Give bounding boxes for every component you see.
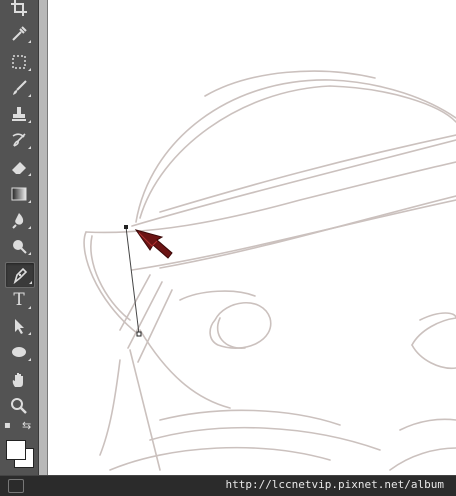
sketch-chin-2 <box>149 426 381 451</box>
dodge-icon <box>13 240 27 254</box>
history-brush-tool[interactable] <box>5 128 33 152</box>
crop-icon <box>11 0 27 16</box>
sketch-visor-low <box>131 199 456 271</box>
status-icon[interactable] <box>8 479 24 493</box>
pen-icon <box>13 267 28 284</box>
hand-tool[interactable] <box>5 368 33 392</box>
eraser-tool[interactable] <box>5 155 33 179</box>
sketch-ear <box>209 302 272 349</box>
sketch-cheek <box>179 290 256 301</box>
swap-colors-icon[interactable]: ⇆ <box>22 420 34 432</box>
eyedropper-tool[interactable] <box>5 22 33 46</box>
sketch-artwork <box>83 70 456 471</box>
eraser-icon <box>12 162 26 174</box>
blur-icon <box>12 213 24 229</box>
ellipse-tool[interactable] <box>5 340 33 364</box>
sketch-lower <box>109 446 331 471</box>
status-bar: http://lccnetvip.pixnet.net/album <box>0 475 456 496</box>
foreground-color-swatch[interactable] <box>6 440 26 460</box>
brush-icon <box>13 80 27 95</box>
marquee-icon <box>12 55 26 69</box>
crop-tool[interactable] <box>5 0 33 20</box>
anchor-point-top <box>124 225 128 229</box>
sketch-visor <box>85 161 456 234</box>
ellipse-icon <box>12 347 26 357</box>
sketch-face-right-2 <box>411 317 456 346</box>
stamp-tool[interactable] <box>5 102 33 126</box>
stamp-icon <box>12 107 26 121</box>
sketch-visor-side <box>83 231 139 335</box>
dodge-tool[interactable] <box>5 234 33 258</box>
gradient-icon <box>11 187 27 201</box>
sketch-face-right-3 <box>411 344 456 370</box>
path-selection-tool[interactable] <box>5 314 33 338</box>
watermark-url: http://lccnetvip.pixnet.net/album <box>225 478 444 491</box>
gradient-tool[interactable] <box>5 182 33 206</box>
pointer-arrow <box>134 229 173 259</box>
pen-tool[interactable] <box>5 262 35 288</box>
color-swatches: ▪ ⇆ <box>2 418 36 470</box>
sketch-jaw-3 <box>139 329 231 409</box>
sketch-brim-top-2 <box>159 134 456 213</box>
brush-tool[interactable] <box>5 76 33 100</box>
type-tool[interactable]: T <box>5 288 33 312</box>
tools-panel: T ▪ ⇆ <box>0 0 39 475</box>
zoom-icon <box>11 398 27 414</box>
sketch-ear-inner <box>216 317 246 349</box>
marquee-tool[interactable] <box>5 50 33 74</box>
zoom-tool[interactable] <box>5 394 33 418</box>
sketch-neck-2 <box>389 447 456 471</box>
sketch-jaw-2 <box>129 349 161 471</box>
sketch-jaw <box>99 359 121 456</box>
document-canvas[interactable] <box>48 0 456 475</box>
panel-divider[interactable] <box>39 0 47 475</box>
sketch-neck <box>399 418 456 431</box>
eyedropper-icon <box>12 26 27 41</box>
default-colors-icon[interactable]: ▪ <box>4 421 14 431</box>
sketch-chin <box>159 409 341 426</box>
anchor-point-bottom <box>136 331 142 337</box>
type-icon: T <box>13 290 25 310</box>
hand-icon <box>12 373 23 387</box>
history-brush-icon <box>12 133 26 147</box>
arrow-icon <box>15 319 24 334</box>
blur-tool[interactable] <box>5 208 33 232</box>
